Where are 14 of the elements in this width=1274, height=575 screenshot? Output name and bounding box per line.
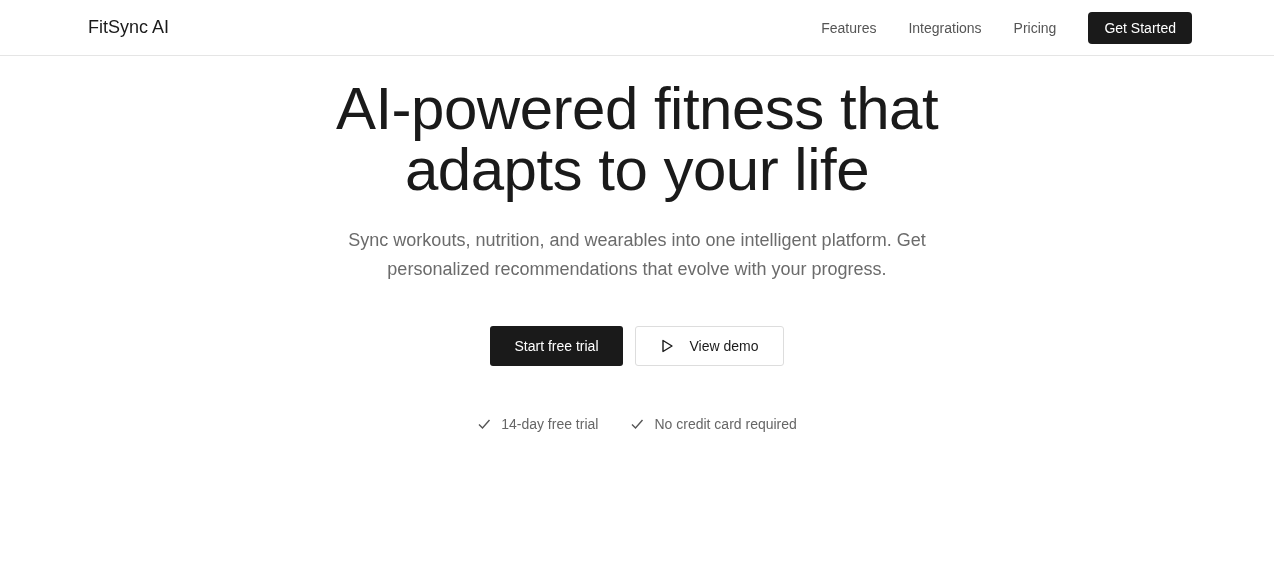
view-demo-button[interactable]: View demo <box>634 326 784 366</box>
start-trial-button[interactable]: Start free trial <box>490 326 623 366</box>
logo[interactable]: FitSync AI <box>88 17 170 38</box>
feature-note: No credit card required <box>654 416 797 432</box>
checkmark-icon <box>477 417 492 431</box>
hero-title-line: AI-powered fitness that <box>335 78 939 139</box>
play-icon <box>659 339 674 353</box>
nav-link[interactable]: Integrations <box>908 19 982 36</box>
get-started-button[interactable]: Get Started <box>1088 11 1192 44</box>
nav-link[interactable]: Pricing <box>1013 19 1057 36</box>
hero-subtitle: Sync workouts, nutrition, and wearables into one intelligent platform. Get personalized recommendations that evolve with your progress. <box>347 229 927 281</box>
checkmark-icon <box>630 417 645 431</box>
nav-link[interactable]: Features <box>821 19 877 36</box>
feature-note: 14-day free trial <box>501 416 599 432</box>
